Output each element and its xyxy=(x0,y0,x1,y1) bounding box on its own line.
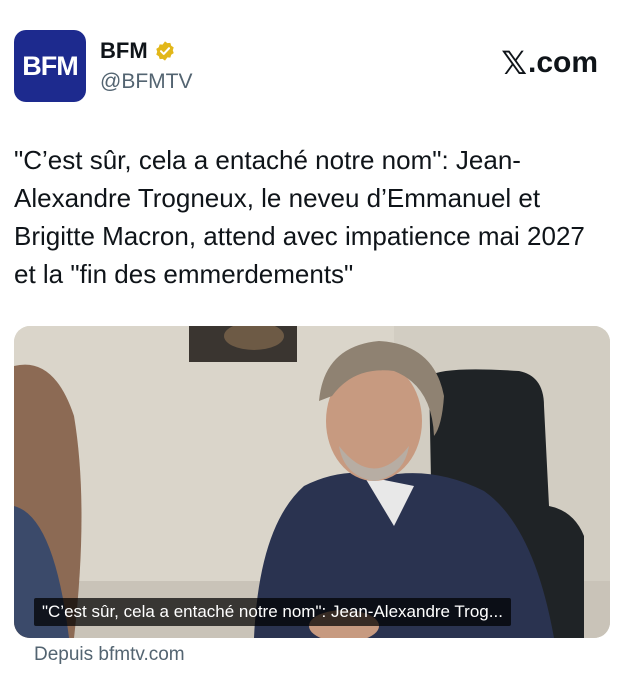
verified-badge-icon xyxy=(155,41,174,61)
x-com-link[interactable]: 𝕏 . com xyxy=(501,44,598,82)
name-row: BFM xyxy=(100,38,176,64)
tweet-text: "C’est sûr, cela a entaché notre nom": J… xyxy=(14,145,585,289)
avatar-logo-text: BFM xyxy=(22,50,78,81)
media-caption: "C’est sûr, cela a entaché notre nom": J… xyxy=(34,598,511,626)
site-label: com xyxy=(536,46,598,79)
avatar[interactable]: BFM xyxy=(14,30,86,102)
source-link[interactable]: Depuis bfmtv.com xyxy=(34,644,185,666)
interview-photo xyxy=(14,326,610,638)
tweet-media[interactable]: "C’est sûr, cela a entaché notre nom": J… xyxy=(14,326,610,638)
handle[interactable]: @BFMTV xyxy=(100,70,192,94)
display-name[interactable]: BFM xyxy=(100,38,148,64)
x-logo-icon: 𝕏 xyxy=(501,45,527,81)
tweet-header: BFM BFM @BFMTV 𝕏 . com xyxy=(14,30,610,102)
